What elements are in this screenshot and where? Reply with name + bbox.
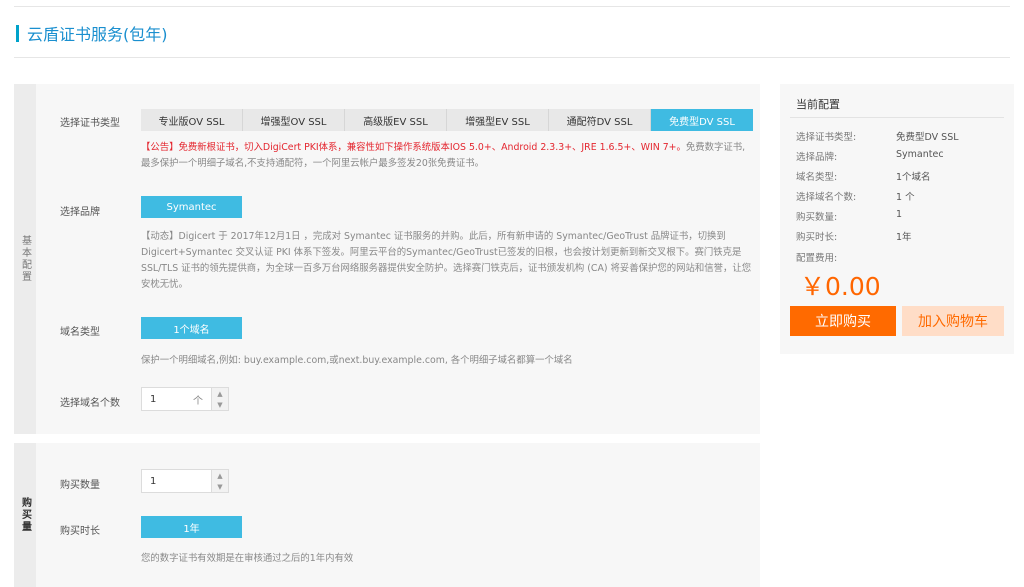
domain-count-value: 1 xyxy=(150,393,157,405)
summary-row-label: 域名类型: xyxy=(796,172,838,183)
domain-type-option-single[interactable]: 1个域名 xyxy=(141,317,242,339)
domain-type-hint: 保护一个明细域名,例如: buy.example.com,或next.buy.e… xyxy=(141,355,573,366)
summary-row-label: 选择证书类型: xyxy=(796,132,857,143)
qty-arrows: ▲ ▼ xyxy=(211,469,229,493)
qty-value: 1 xyxy=(150,475,157,487)
buy-now-button[interactable]: 立即购买 xyxy=(790,306,896,336)
cert-type-option-ov-pro[interactable]: 专业版OV SSL xyxy=(141,109,243,131)
cert-type-option-dv-wildcard[interactable]: 通配符DV SSL xyxy=(549,109,651,131)
summary-row-value: 免费型DV SSL xyxy=(896,132,959,143)
domain-count-unit: 个 xyxy=(193,395,203,407)
domain-count-input[interactable]: 1 个 xyxy=(141,387,211,411)
summary-row-label: 选择品牌: xyxy=(796,152,838,163)
summary-divider xyxy=(790,117,1004,118)
summary-heading: 当前配置 xyxy=(796,98,840,111)
summary-row-value: Symantec xyxy=(896,149,944,160)
page: 云盾证书服务(包年) 基本配置 选择证书类型 专业版OV SSL 增强型OV S… xyxy=(0,0,1024,587)
cert-type-option-ev-advanced[interactable]: 高级版EV SSL xyxy=(345,109,447,131)
cert-type-selector: 专业版OV SSL 增强型OV SSL 高级版EV SSL 增强型EV SSL … xyxy=(141,109,753,131)
notice-text: 【公告】免费新根证书，切入DigiCert PKI体系，兼容性如下操作系统版本I… xyxy=(141,140,751,172)
domain-type-label: 域名类型 xyxy=(60,327,100,338)
purchase-tab-label: 购买量 xyxy=(19,497,31,533)
basic-config-tab: 基本配置 xyxy=(14,84,36,434)
purchase-tab: 购买量 xyxy=(14,443,36,587)
duration-label: 购买时长 xyxy=(60,526,100,537)
caret-down-icon[interactable]: ▼ xyxy=(212,481,228,492)
add-to-cart-button[interactable]: 加入购物车 xyxy=(902,306,1004,336)
price-value: ￥0.00 xyxy=(800,272,881,301)
domain-count-label: 选择域名个数 xyxy=(60,398,120,409)
page-title-text: 云盾证书服务(包年) xyxy=(27,25,168,44)
domain-count-stepper: 1 个 ▲ ▼ xyxy=(141,387,229,411)
fee-label: 配置费用: xyxy=(796,253,838,264)
summary-row-label: 购买数量: xyxy=(796,212,838,223)
basic-config-tab-label: 基本配置 xyxy=(19,235,31,283)
title-accent-bar xyxy=(16,24,19,42)
page-title: 云盾证书服务(包年) xyxy=(16,22,168,44)
caret-down-icon[interactable]: ▼ xyxy=(212,399,228,410)
title-divider xyxy=(14,57,1010,58)
caret-up-icon[interactable]: ▲ xyxy=(212,388,228,399)
purchase-panel: 购买量 xyxy=(14,443,760,587)
cert-type-option-dv-free[interactable]: 免费型DV SSL xyxy=(651,109,753,131)
summary-row-label: 购买时长: xyxy=(796,232,838,243)
summary-row-value: 1 个 xyxy=(896,192,915,203)
cert-type-option-ov-enhanced[interactable]: 增强型OV SSL xyxy=(243,109,345,131)
top-divider xyxy=(14,6,1010,7)
qty-label: 购买数量 xyxy=(60,480,100,491)
brand-label: 选择品牌 xyxy=(60,207,100,218)
summary-row-label: 选择域名个数: xyxy=(796,192,857,203)
order-summary-panel: 当前配置 选择证书类型: 免费型DV SSL 选择品牌: Symantec 域名… xyxy=(780,84,1014,354)
summary-row-value: 1个域名 xyxy=(896,172,931,183)
duration-option-1-year[interactable]: 1年 xyxy=(141,516,242,538)
qty-stepper: 1 ▲ ▼ xyxy=(141,469,229,493)
cert-type-label: 选择证书类型 xyxy=(60,118,120,129)
summary-row-value: 1 xyxy=(896,209,903,220)
cert-type-option-ev-enhanced[interactable]: 增强型EV SSL xyxy=(447,109,549,131)
caret-up-icon[interactable]: ▲ xyxy=(212,470,228,481)
qty-input[interactable]: 1 xyxy=(141,469,211,493)
summary-row-value: 1年 xyxy=(896,232,912,243)
brand-dynamic-text: 【动态】Digicert 于 2017年12月1日 ，完成对 Symantec … xyxy=(141,231,752,290)
validity-hint: 您的数字证书有效期是在审核通过之后的1年内有效 xyxy=(141,553,354,564)
notice-red-text: 【公告】免费新根证书，切入DigiCert PKI体系，兼容性如下操作系统版本I… xyxy=(141,142,686,153)
brand-option-symantec[interactable]: Symantec xyxy=(141,196,242,218)
domain-count-arrows: ▲ ▼ xyxy=(211,387,229,411)
